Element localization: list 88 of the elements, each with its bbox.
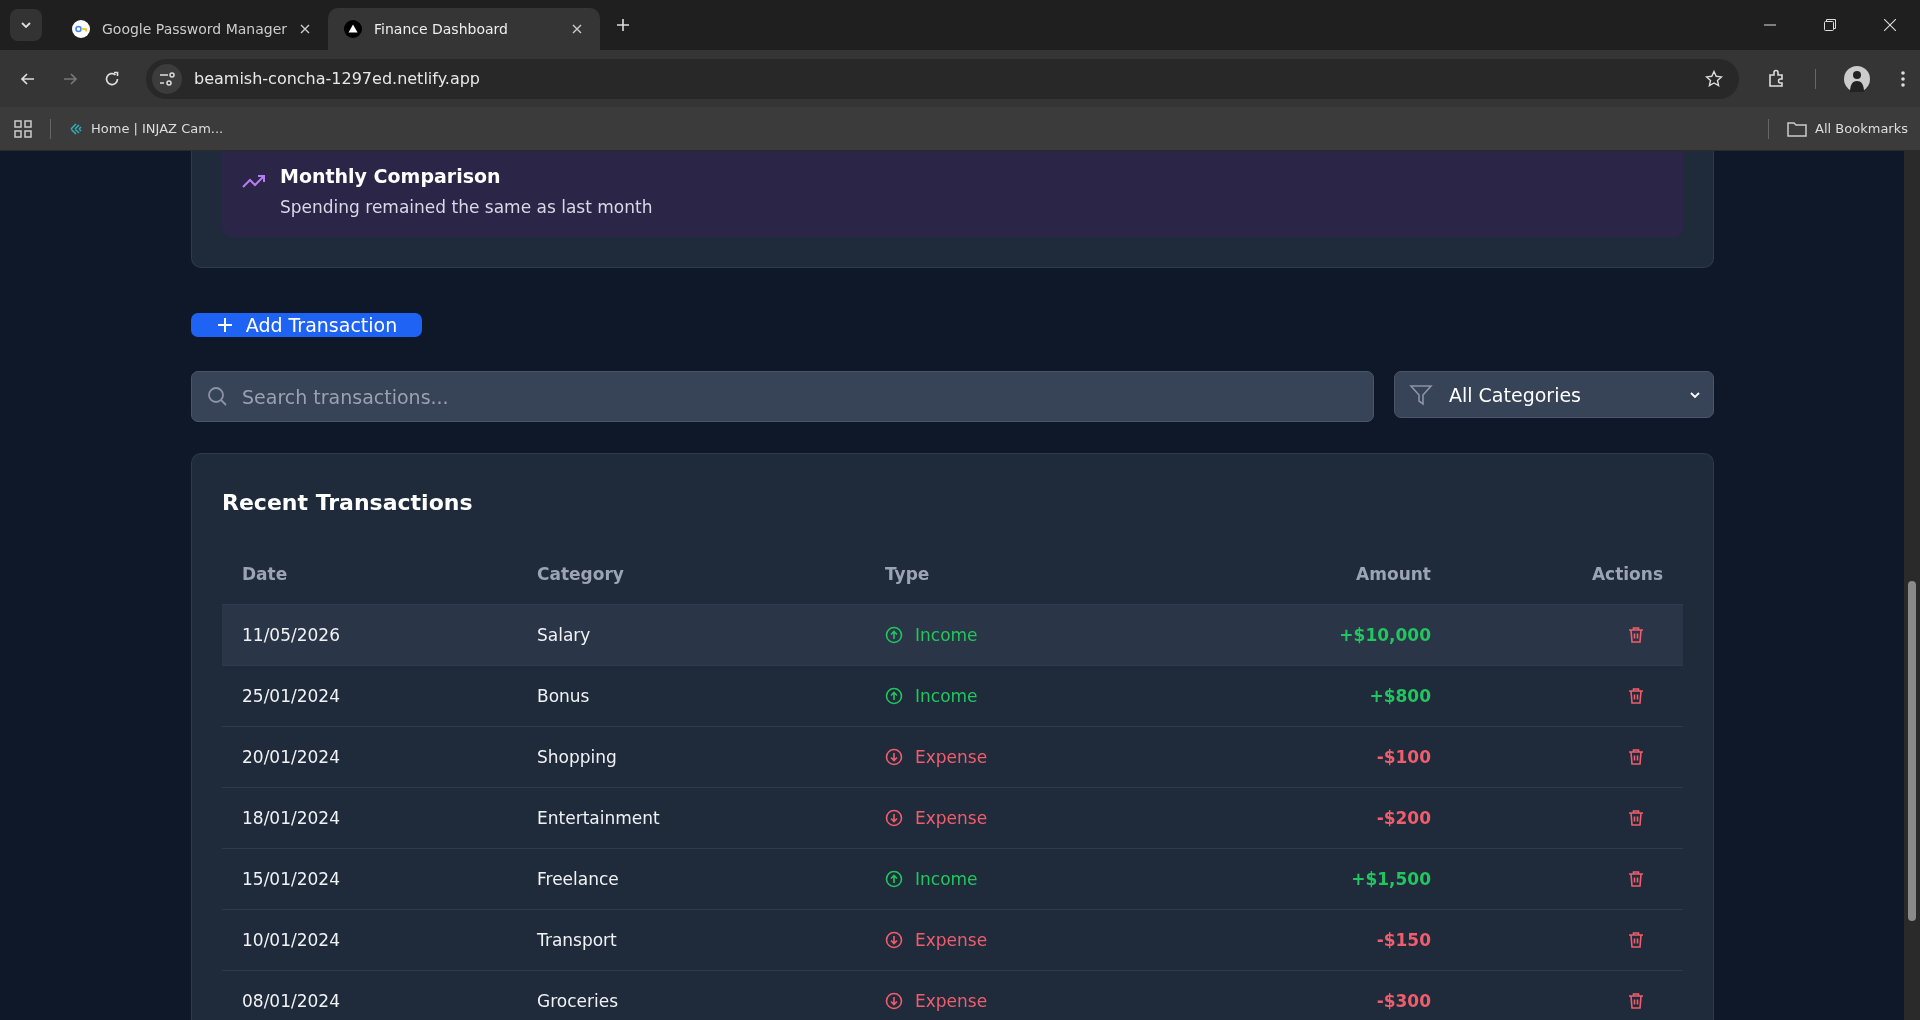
- comparison-text: Spending remained the same as last month: [280, 197, 653, 217]
- chevron-down-icon: [20, 19, 32, 31]
- date-cell-text: 25/01/2024: [242, 686, 341, 706]
- amount-cell: -$300: [1376, 991, 1431, 1011]
- search-icon: [206, 385, 228, 407]
- trash-icon[interactable]: [1627, 748, 1645, 766]
- date-cell-text: 08/01/2024: [242, 991, 341, 1011]
- table-row[interactable]: 25/01/2024 Bonus Income +$800: [222, 666, 1683, 727]
- apps-icon[interactable]: [14, 119, 32, 138]
- type-label: Expense: [915, 747, 988, 767]
- amount-cell: -$200: [1376, 808, 1431, 828]
- type-label: Expense: [915, 930, 988, 950]
- trash-icon[interactable]: [1627, 870, 1645, 888]
- date-cell-text: 10/01/2024: [242, 930, 341, 950]
- search-field[interactable]: Search transactions...: [191, 371, 1374, 422]
- category-cell-text: Freelance: [537, 869, 620, 889]
- folder-icon: [1787, 120, 1808, 137]
- all-bookmarks-button[interactable]: All Bookmarks: [1787, 120, 1908, 137]
- new-tab-icon[interactable]: [616, 18, 630, 32]
- column-header: Date: [242, 564, 289, 584]
- reload-icon[interactable]: [104, 70, 120, 87]
- date-cell-text: 20/01/2024: [242, 747, 341, 767]
- amount-cell: -$100: [1376, 747, 1431, 767]
- bookmark[interactable]: Home | INJAZ Cam...: [69, 121, 224, 136]
- bookmark-favicon-icon: [69, 121, 83, 136]
- table-row[interactable]: 08/01/2024 Groceries Expense -$300: [222, 971, 1683, 1020]
- browser-tab[interactable]: Google Password Manager: [56, 8, 328, 50]
- date-cell-text: 18/01/2024: [242, 808, 341, 828]
- amount-cell: +$10,000: [1339, 625, 1431, 645]
- table-row[interactable]: 11/05/2026 Salary Income +$10,000: [222, 605, 1683, 666]
- amount-cell: +$1,500: [1351, 869, 1431, 889]
- amount-cell: +$800: [1369, 686, 1431, 706]
- table-row[interactable]: 20/01/2024 Shopping Expense -$100: [222, 727, 1683, 788]
- trash-icon[interactable]: [1627, 809, 1645, 827]
- date-cell-text: 11/05/2026: [242, 625, 341, 645]
- type-label: Expense: [915, 808, 988, 828]
- close-icon[interactable]: [572, 24, 582, 34]
- add-transaction-button[interactable]: Add Transaction: [191, 313, 422, 337]
- forward-icon[interactable]: [62, 70, 78, 87]
- browser-tab[interactable]: Finance Dashboard: [328, 8, 600, 50]
- avatar-icon[interactable]: [1844, 65, 1870, 92]
- filter-icon: [1409, 382, 1433, 407]
- scrollbar[interactable]: [1904, 151, 1920, 1020]
- type-label: Income: [915, 625, 978, 645]
- arrow-down-circle-icon: [885, 748, 903, 766]
- arrow-down-circle-icon: [885, 931, 903, 949]
- category-cell-text: Salary: [537, 625, 592, 645]
- table-row[interactable]: 18/01/2024 Entertainment Expense -$200: [222, 788, 1683, 849]
- close-icon[interactable]: [300, 24, 310, 34]
- column-header: Actions: [1591, 564, 1663, 584]
- arrow-down-circle-icon: [885, 992, 903, 1010]
- tab-search-button[interactable]: [10, 9, 42, 41]
- close-icon[interactable]: [1884, 19, 1896, 31]
- column-header: Category: [537, 564, 625, 584]
- trash-icon[interactable]: [1627, 931, 1645, 949]
- type-label: Expense: [915, 991, 988, 1011]
- arrow-up-circle-icon: [885, 870, 903, 888]
- card-title: Recent Transactions: [222, 490, 474, 517]
- table-row[interactable]: 15/01/2024 Freelance Income +$1,500: [222, 849, 1683, 910]
- type-label: Income: [915, 686, 978, 706]
- arrow-up-circle-icon: [885, 687, 903, 705]
- table-row[interactable]: 10/01/2024 Transport Expense -$150: [222, 910, 1683, 971]
- category-cell-text: Groceries: [537, 991, 620, 1011]
- trash-icon[interactable]: [1627, 626, 1645, 644]
- address-bar[interactable]: beamish-concha-1297ed.netlify.app: [146, 58, 1739, 99]
- column-header: Amount: [1356, 564, 1431, 584]
- category-cell-text: Bonus: [537, 686, 591, 706]
- category-dropdown[interactable]: All Categories: [1394, 371, 1714, 418]
- star-icon[interactable]: [1705, 69, 1723, 88]
- category-cell-text: Shopping: [537, 747, 618, 767]
- trash-icon[interactable]: [1627, 687, 1645, 705]
- category-cell-text: Transport: [537, 930, 618, 950]
- restore-icon[interactable]: [1824, 19, 1836, 31]
- back-icon[interactable]: [20, 70, 36, 87]
- trash-icon[interactable]: [1627, 992, 1645, 1010]
- site-settings-icon[interactable]: [152, 63, 182, 94]
- key-icon: [72, 20, 90, 38]
- arrow-up-circle-icon: [885, 626, 903, 644]
- comparison-title: Monthly Comparison: [280, 165, 502, 187]
- amount-cell: -$150: [1376, 930, 1431, 950]
- type-label: Income: [915, 869, 978, 889]
- column-header: Type: [885, 564, 931, 584]
- date-cell-text: 15/01/2024: [242, 869, 341, 889]
- menu-icon[interactable]: [1900, 69, 1906, 88]
- trend-up-icon: [242, 173, 266, 189]
- plus-icon: [215, 316, 234, 334]
- category-cell-text: Entertainment: [537, 808, 661, 828]
- arrow-down-circle-icon: [885, 809, 903, 827]
